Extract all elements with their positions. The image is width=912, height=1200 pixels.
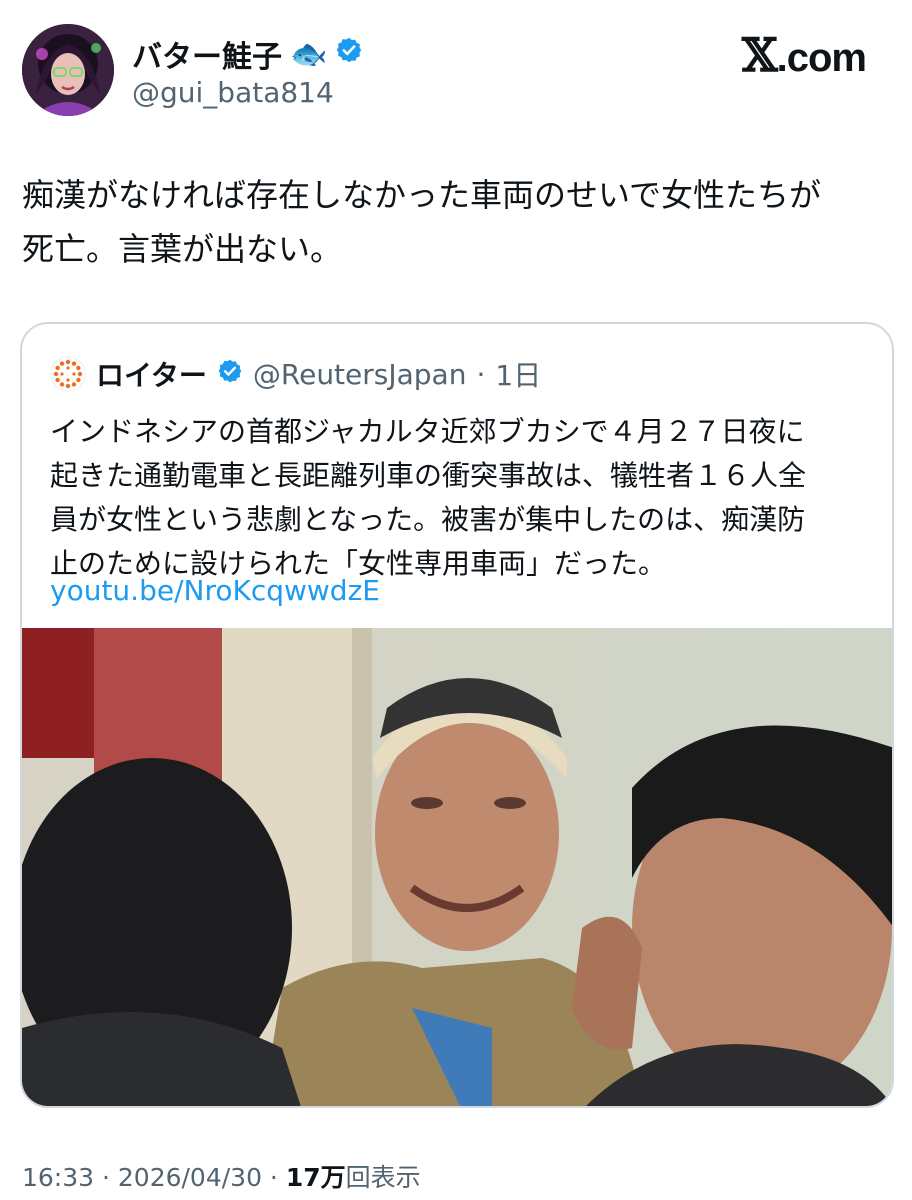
tweet-date[interactable]: 2026/04/30 [118, 1163, 262, 1192]
verified-badge-icon [335, 36, 363, 72]
quote-author-name[interactable]: ロイター [96, 354, 207, 394]
view-count-label: 回表示 [345, 1163, 421, 1192]
avatar-illustration-icon [22, 24, 114, 116]
quote-link[interactable]: youtu.be/NroKcqwwdzE [50, 574, 380, 607]
author-avatar[interactable] [22, 24, 114, 116]
author-display-name[interactable]: バター鮭子 [132, 32, 282, 76]
author-name-row[interactable]: バター鮭子 🐟 [132, 32, 363, 76]
quote-media-photo[interactable] [22, 628, 892, 1106]
quote-header: ロイター @ReutersJapan · 1日 [50, 354, 541, 394]
reuters-logo-icon [50, 356, 86, 392]
x-com-suffix: .com [776, 36, 867, 80]
x-com-logo: 𝕏.com [741, 28, 867, 82]
verified-badge-icon [217, 358, 243, 391]
quote-meta-separator: · [476, 357, 486, 391]
quote-timestamp[interactable]: 1日 [495, 354, 541, 394]
photo-grieving-man-icon [22, 628, 892, 1106]
fish-emoji: 🐟 [290, 36, 328, 72]
footer-separator: · [94, 1163, 118, 1192]
author-handle[interactable]: @gui_bata814 [132, 76, 334, 109]
quote-author-handle[interactable]: @ReutersJapan [253, 358, 467, 391]
quote-text: インドネシアの首都ジャカルタ近郊ブカシで４月２７日夜に 起きた通勤電車と長距離列… [50, 415, 807, 580]
quoted-tweet-card[interactable]: ロイター @ReutersJapan · 1日 インドネシアの首都ジャカルタ近郊… [20, 322, 894, 1108]
x-logo-icon: 𝕏 [741, 28, 778, 82]
footer-separator: · [261, 1163, 286, 1192]
view-count[interactable]: 17万 [286, 1163, 346, 1192]
tweet-time[interactable]: 16:33 [22, 1163, 94, 1192]
tweet-footer: 16:33 · 2026/04/30 · 17万回表示 [22, 1158, 421, 1194]
tweet-text: 痴漢がなければ存在しなかった車両のせいで女性たちが 死亡。言葉が出ない。 [22, 176, 822, 268]
